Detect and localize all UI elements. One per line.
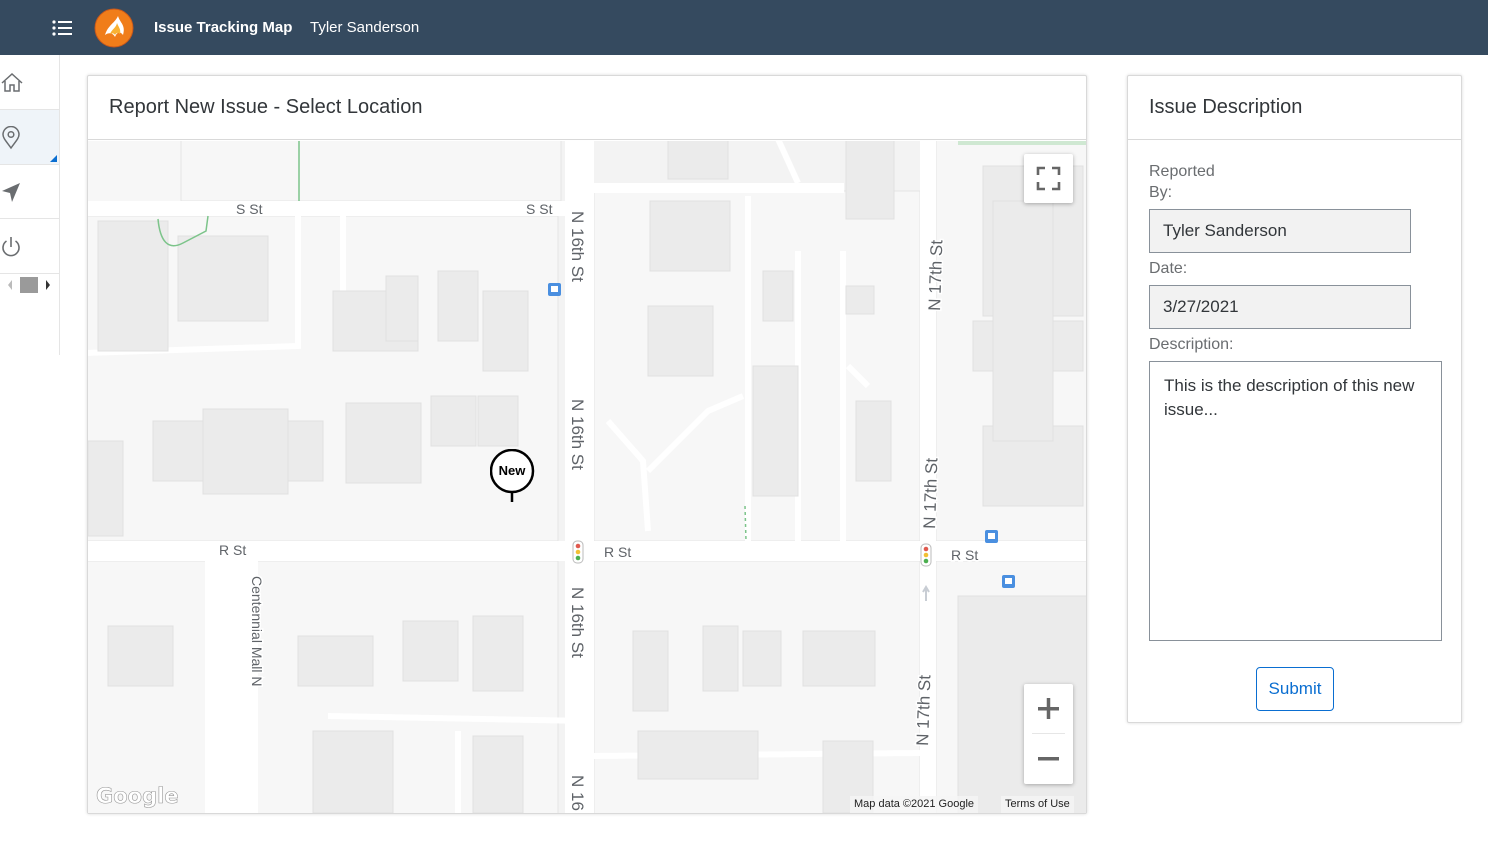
submit-button[interactable]: Submit <box>1256 667 1334 711</box>
map-panel: Report New Issue - Select Location S St … <box>87 75 1087 814</box>
date-label: Date: <box>1149 260 1188 277</box>
date-field[interactable] <box>1149 285 1411 329</box>
description-textarea[interactable]: This is the description of this new issu… <box>1149 361 1442 641</box>
issue-description-panel: Issue Description Reported By: Date: Des… <box>1127 75 1462 723</box>
home-icon <box>1 72 23 92</box>
nav-item-logout[interactable] <box>0 219 59 273</box>
fullscreen-button[interactable] <box>1024 154 1073 203</box>
street-label: S St <box>236 201 263 217</box>
street-label: N 16th St <box>568 211 587 282</box>
map-attribution: Map data ©2021 Google <box>850 796 979 813</box>
street-label: N 17th St <box>925 239 946 311</box>
nav-scrollbar[interactable] <box>0 274 59 296</box>
map-canvas[interactable]: S St S St R St R St R St N 16th St N 16t… <box>88 141 1086 813</box>
bus-stop-icon[interactable] <box>548 283 561 296</box>
nav-item-location[interactable] <box>0 110 59 164</box>
app-logo[interactable] <box>93 7 135 49</box>
scroll-thumb[interactable] <box>20 277 38 293</box>
map-panel-title: Report New Issue - Select Location <box>88 76 1086 140</box>
new-issue-marker[interactable]: New <box>490 449 540 505</box>
app-title: Issue Tracking Map <box>154 19 293 36</box>
google-logo[interactable]: Google <box>96 784 179 809</box>
traffic-light-icon <box>920 543 932 567</box>
plus-icon <box>1038 698 1059 719</box>
reported-by-label: Reported By: <box>1149 163 1215 201</box>
nav-item-home[interactable] <box>0 55 59 109</box>
bus-stop-icon[interactable] <box>985 530 998 543</box>
bus-stop-icon[interactable] <box>1002 575 1015 588</box>
traffic-light-icon <box>572 540 584 564</box>
street-label: N 16th St <box>568 399 587 470</box>
street-label: S St <box>526 201 553 217</box>
reported-by-field[interactable] <box>1149 209 1411 253</box>
zoom-out-button[interactable] <box>1024 734 1073 783</box>
zoom-in-button[interactable] <box>1024 684 1073 733</box>
phoenix-logo-icon <box>94 8 134 48</box>
terms-of-use-link[interactable]: Terms of Use <box>1001 796 1074 813</box>
shell-header: Issue Tracking Map Tyler Sanderson <box>0 0 1488 55</box>
zoom-control <box>1024 684 1073 784</box>
fullscreen-icon <box>1036 166 1061 191</box>
description-panel-title: Issue Description <box>1128 76 1461 140</box>
street-label: R St <box>951 547 978 563</box>
user-name[interactable]: Tyler Sanderson <box>310 19 419 36</box>
minus-icon <box>1038 757 1059 761</box>
street-label: N 17th St <box>913 674 934 746</box>
map-tiles: S St S St R St R St R St N 16th St N 16t… <box>88 141 1086 813</box>
street-label: N 16 <box>568 775 587 811</box>
active-indicator <box>50 155 57 162</box>
side-navigation <box>0 55 60 355</box>
scroll-right-icon[interactable] <box>46 280 50 290</box>
street-label: N 16th St <box>568 587 587 658</box>
power-icon <box>2 237 20 257</box>
street-label: N 17th St <box>920 457 941 529</box>
location-pin-icon <box>2 126 20 150</box>
menu-button[interactable] <box>50 16 74 40</box>
street-label: Centennial Mall N <box>249 576 265 687</box>
street-label: R St <box>604 544 631 560</box>
menu-icon <box>52 20 72 36</box>
nav-item-navigate[interactable] <box>0 165 59 219</box>
marker-label: New <box>498 463 526 478</box>
navigation-arrow-icon <box>2 183 20 202</box>
street-label: R St <box>219 542 246 558</box>
scroll-left-icon[interactable] <box>8 280 12 290</box>
description-label: Description: <box>1149 336 1234 353</box>
